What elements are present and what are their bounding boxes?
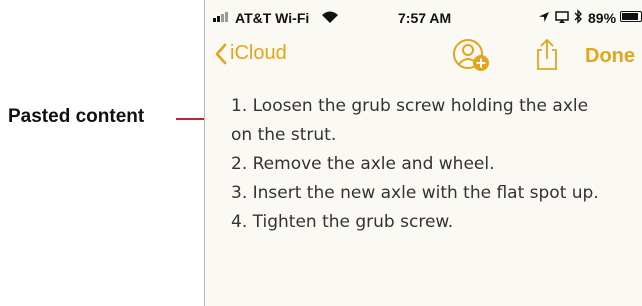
location-icon — [539, 12, 549, 22]
screen-mirroring-icon — [555, 11, 569, 23]
status-bar: AT&T Wi-Fi 7:57 AM 89% — [205, 0, 642, 30]
carrier-name: AT&T Wi-Fi — [235, 10, 310, 26]
back-button[interactable]: iCloud — [215, 42, 287, 65]
bluetooth-icon — [574, 9, 582, 24]
note-line: 2. Remove the axle and wheel. — [231, 154, 495, 174]
callout-label: Pasted content — [8, 106, 145, 127]
done-button[interactable]: Done — [585, 45, 635, 68]
nav-bar: iCloud Done — [205, 36, 642, 78]
battery-fill — [622, 13, 639, 20]
battery-percent: 89% — [588, 10, 617, 26]
phone-screen: AT&T Wi-Fi 7:57 AM 89% iCloud Done 1. Lo… — [204, 0, 642, 306]
back-button-label: iCloud — [230, 42, 287, 64]
battery-icon — [620, 11, 642, 22]
note-body[interactable]: 1. Loosen the grub screw holding the axl… — [231, 92, 636, 237]
note-line: 3. Insert the new axle with the flat spo… — [231, 183, 599, 203]
note-line: 4. Tighten the grub screw. — [231, 212, 454, 232]
screenshot-canvas: Pasted content AT&T Wi-Fi 7:57 AM 89% iC… — [0, 0, 642, 306]
share-icon[interactable] — [535, 38, 559, 72]
note-line: on the strut. — [231, 125, 337, 145]
chevron-left-icon — [215, 43, 227, 64]
signal-icon — [213, 12, 228, 22]
note-line: 1. Loosen the grub screw holding the axl… — [231, 96, 589, 116]
wifi-icon — [322, 11, 338, 23]
add-person-icon[interactable] — [451, 38, 491, 74]
status-time: 7:57 AM — [398, 10, 452, 26]
